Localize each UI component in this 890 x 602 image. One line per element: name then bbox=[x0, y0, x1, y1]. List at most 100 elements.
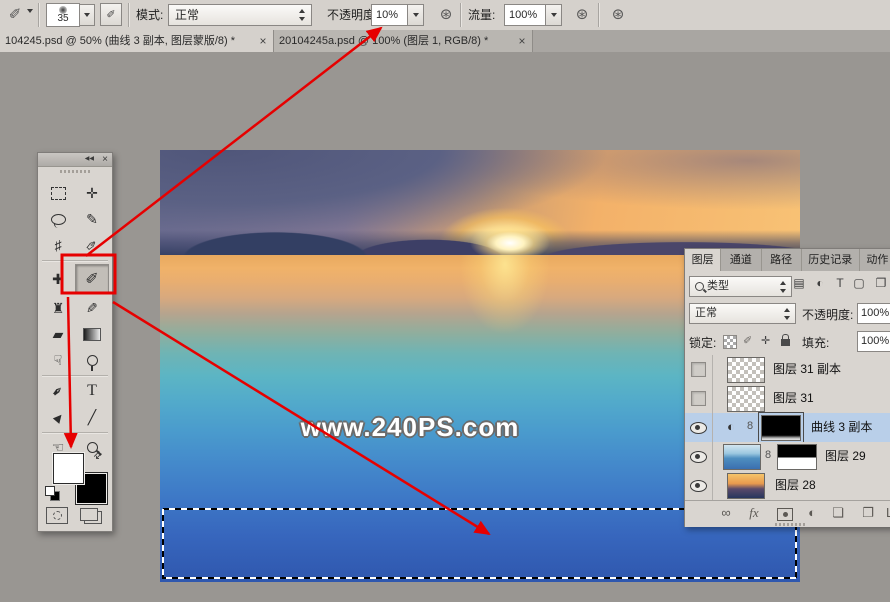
tab-history[interactable]: 历史记录 bbox=[802, 249, 860, 271]
layer-blend-mode-select[interactable]: 正常 bbox=[689, 303, 796, 324]
tab-layers[interactable]: 图层 bbox=[685, 249, 721, 271]
delete-layer-icon[interactable]: Ш bbox=[883, 505, 890, 520]
default-colors-icon[interactable] bbox=[45, 486, 59, 500]
brush-tool-indicator-icon[interactable]: ✐ bbox=[5, 5, 25, 25]
filter-smart-object-icon[interactable]: ❐ bbox=[873, 276, 889, 290]
toggle-brush-panel-button[interactable]: ✐ bbox=[100, 3, 122, 26]
lock-pixels-icon[interactable]: ✐ bbox=[743, 334, 752, 347]
blend-mode-select[interactable]: 正常 bbox=[168, 4, 312, 26]
blend-mode-row: 正常 不透明度: 100% bbox=[685, 301, 890, 327]
filter-image-layers-icon[interactable]: ▤ bbox=[791, 276, 807, 290]
layer-thumbnail-transparent[interactable] bbox=[727, 357, 765, 383]
layer-mask-thumbnail[interactable] bbox=[777, 444, 817, 470]
tab-paths[interactable]: 路径 bbox=[762, 249, 802, 271]
layer-row-curves-3-copy[interactable]: ◐ 8 曲线 3 副本 bbox=[685, 413, 890, 443]
visibility-toggle[interactable] bbox=[685, 413, 713, 442]
rectangular-marquee-tool[interactable] bbox=[42, 181, 74, 205]
line-tool[interactable]: ╱ bbox=[76, 405, 108, 429]
layer-row-31-copy[interactable]: 图层 31 副本 bbox=[685, 355, 890, 385]
tab-channels[interactable]: 通道 bbox=[721, 249, 761, 271]
filter-type-select[interactable]: 类型 bbox=[689, 276, 792, 297]
move-tool[interactable]: ✛ bbox=[76, 181, 108, 205]
brush-tool[interactable]: ✐ bbox=[75, 264, 109, 294]
lock-transparency-icon[interactable] bbox=[723, 335, 737, 349]
adjustment-layer-icon[interactable]: ◐ bbox=[727, 419, 735, 434]
close-tab-icon[interactable]: × bbox=[257, 30, 269, 52]
layer-row-28[interactable]: 图层 28 bbox=[685, 471, 890, 501]
new-layer-icon[interactable]: ❐ bbox=[859, 505, 877, 521]
brush-preset-caret-button[interactable] bbox=[79, 4, 95, 26]
visibility-toggle[interactable] bbox=[685, 384, 713, 413]
quick-selection-tool[interactable]: ✎ bbox=[76, 207, 108, 231]
tools-panel-header[interactable]: ◀◀ × bbox=[38, 153, 112, 167]
tablet-pressure-opacity-icon[interactable]: ⊛ bbox=[436, 5, 456, 25]
opacity-input[interactable]: 10% bbox=[371, 4, 409, 26]
filter-shape-layers-icon[interactable]: ▢ bbox=[851, 276, 867, 290]
filter-type-layers-icon[interactable]: T bbox=[832, 276, 848, 290]
smudge-tool[interactable]: ☟ bbox=[42, 348, 74, 372]
visibility-toggle[interactable] bbox=[685, 442, 713, 471]
flow-input[interactable]: 100% bbox=[504, 4, 547, 26]
filter-adjustment-layers-icon[interactable]: ◐ bbox=[812, 276, 828, 290]
path-selection-tool[interactable]: ▶ bbox=[42, 405, 74, 429]
history-brush-tool[interactable]: ✎ bbox=[76, 296, 108, 320]
layer-name[interactable]: 图层 31 副本 bbox=[773, 355, 841, 384]
foreground-color-swatch[interactable] bbox=[53, 453, 84, 484]
layers-panel: 图层 通道 路径 历史记录 动作 类型 ▤ ◐ T ▢ ❐ 正常 不透明度 bbox=[684, 248, 890, 527]
tab-actions[interactable]: 动作 bbox=[860, 249, 890, 271]
tablet-pressure-size-icon[interactable]: ⊛ bbox=[608, 5, 628, 25]
eyedropper-tool[interactable]: ✑ bbox=[76, 233, 108, 257]
layer-name[interactable]: 图层 31 bbox=[773, 384, 814, 413]
layer-name[interactable]: 曲线 3 副本 bbox=[811, 413, 872, 442]
layer-row-29[interactable]: 8 图层 29 bbox=[685, 442, 890, 472]
gradient-tool[interactable] bbox=[76, 322, 108, 346]
opacity-caret-button[interactable] bbox=[407, 4, 424, 26]
new-group-icon[interactable]: ❏ bbox=[829, 505, 847, 521]
eraser-icon: ▰ bbox=[53, 326, 64, 343]
lock-position-icon[interactable]: ✛ bbox=[761, 334, 770, 347]
lock-all-icon[interactable] bbox=[781, 339, 790, 346]
layer-opacity-input[interactable]: 100% bbox=[857, 303, 890, 324]
panel-resize-grip[interactable] bbox=[775, 523, 805, 526]
line-icon: ╱ bbox=[88, 409, 96, 426]
quick-mask-mode-button[interactable] bbox=[46, 507, 68, 524]
link-layers-icon[interactable]: ∞ bbox=[717, 505, 735, 520]
visibility-toggle[interactable] bbox=[685, 355, 713, 384]
brush-indicator-caret-icon[interactable] bbox=[27, 13, 33, 27]
document-tab-1[interactable]: 104245.psd @ 50% (曲线 3 副本, 图层蒙版/8) * × bbox=[0, 30, 274, 52]
dodge-tool[interactable] bbox=[76, 348, 108, 372]
crop-tool[interactable]: ♯ bbox=[42, 233, 74, 257]
mask-link-icon[interactable]: 8 bbox=[765, 449, 771, 461]
close-panel-icon[interactable]: × bbox=[102, 153, 108, 166]
layer-name[interactable]: 图层 29 bbox=[825, 442, 866, 471]
layer-mask-thumbnail[interactable] bbox=[761, 415, 801, 441]
brush-preset-picker[interactable]: 35 bbox=[46, 3, 80, 27]
mask-link-icon[interactable]: 8 bbox=[747, 420, 753, 432]
fill-input[interactable]: 100% bbox=[857, 331, 890, 352]
visibility-toggle[interactable] bbox=[685, 471, 713, 500]
lasso-tool[interactable] bbox=[42, 207, 74, 231]
layer-thumbnail-image[interactable] bbox=[727, 473, 765, 499]
screen-mode-button[interactable] bbox=[80, 508, 98, 521]
document-tab-2[interactable]: 20104245a.psd @ 100% (图层 1, RGB/8) * × bbox=[274, 30, 533, 52]
airbrush-icon[interactable]: ⊛ bbox=[572, 5, 592, 25]
spot-healing-brush-tool[interactable]: ✚ bbox=[42, 265, 74, 293]
layers-panel-tabs: 图层 通道 路径 历史记录 动作 bbox=[685, 249, 890, 271]
collapse-panel-icon[interactable]: ◀◀ bbox=[85, 153, 94, 166]
clone-stamp-tool[interactable]: ♜ bbox=[42, 296, 74, 320]
new-adjustment-layer-icon[interactable]: ◐ bbox=[803, 505, 821, 520]
panel-grip[interactable] bbox=[60, 170, 90, 173]
layer-thumbnail-image[interactable] bbox=[723, 444, 761, 470]
type-tool[interactable]: T bbox=[76, 379, 108, 403]
add-layer-mask-icon[interactable] bbox=[777, 508, 793, 521]
layer-name[interactable]: 图层 28 bbox=[775, 471, 816, 500]
eraser-tool[interactable]: ▰ bbox=[42, 322, 74, 346]
flow-caret-button[interactable] bbox=[545, 4, 562, 26]
layer-style-fx-icon[interactable]: fx bbox=[745, 505, 763, 521]
tool-group-separator bbox=[42, 432, 108, 434]
close-tab-icon[interactable]: × bbox=[516, 30, 528, 52]
pen-tool[interactable]: ✒ bbox=[42, 379, 74, 403]
layer-row-31[interactable]: 图层 31 bbox=[685, 384, 890, 414]
marquee-icon bbox=[51, 187, 66, 200]
layer-thumbnail-transparent[interactable] bbox=[727, 386, 765, 412]
